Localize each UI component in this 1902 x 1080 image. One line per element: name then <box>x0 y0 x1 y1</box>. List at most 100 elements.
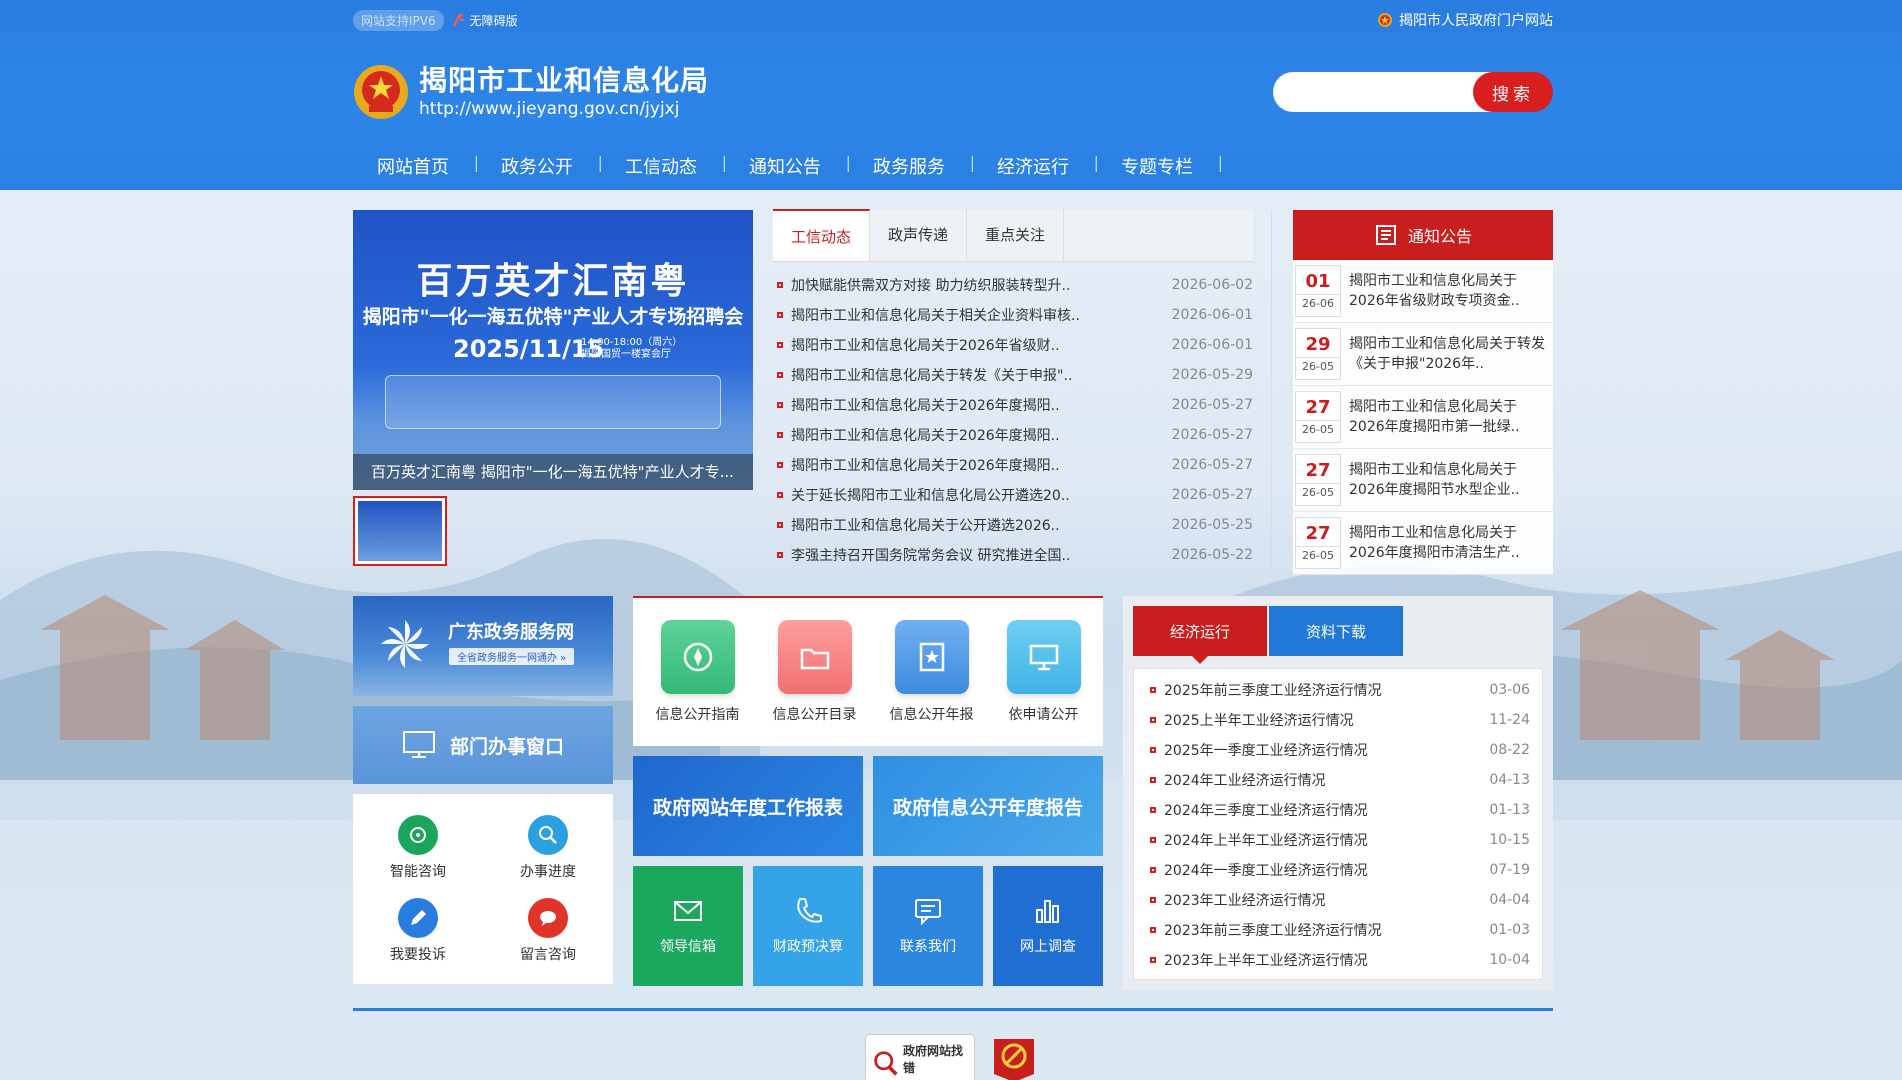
tab-economy[interactable]: 经济运行 <box>1133 606 1267 664</box>
quick-progress[interactable]: 办事进度 <box>483 806 613 889</box>
folder-icon <box>777 620 852 694</box>
website-annual-report-button[interactable]: 政府网站年度工作报表 <box>633 756 863 856</box>
news-date: 2026-06-02 <box>1171 277 1253 293</box>
notice-item[interactable]: 01 26-06 揭阳市工业和信息化局关于2026年省级财政专项资金.. <box>1293 260 1553 323</box>
notice-text: 揭阳市工业和信息化局关于转发《关于申报"2026年.. <box>1349 336 1545 372</box>
publicity-column: 信息公开指南 信息公开目录 信息公开年报 依申请公开 政府网站年度工作报表 政府… <box>633 596 1103 986</box>
economy-item[interactable]: 2024年工业经济运行情况 04-13 <box>1146 765 1530 795</box>
tab-policy-voice[interactable]: 政声传递 <box>870 209 968 261</box>
news-item[interactable]: 揭阳市工业和信息化局关于2026年省级财.. 2026-06-01 <box>773 330 1253 360</box>
news-date: 2026-05-27 <box>1171 427 1253 443</box>
economy-item[interactable]: 2024年三季度工业经济运行情况 01-13 <box>1146 795 1530 825</box>
gov-site-error-badge[interactable]: 政府网站找错 <box>865 1034 975 1080</box>
economy-title: 2024年上半年工业经济运行情况 <box>1164 833 1368 849</box>
department-window-label: 部门办事窗口 <box>449 735 564 758</box>
bullet-icon <box>1150 897 1156 903</box>
slide-thumbnail[interactable] <box>353 496 447 566</box>
tile-contact-us[interactable]: 联系我们 <box>873 866 983 986</box>
quick-smart-consult[interactable]: 智能咨询 <box>353 806 483 889</box>
bullet-icon <box>1150 747 1156 753</box>
quick-complaint[interactable]: 我要投诉 <box>353 889 483 972</box>
main-nav: 网站首页 政务公开 工信动态 通知公告 政务服务 经济运行 专题专栏 <box>353 148 1553 184</box>
search-input[interactable] <box>1273 72 1493 112</box>
tab-downloads[interactable]: 资料下载 <box>1269 606 1403 656</box>
news-title: 揭阳市工业和信息化局关于2026年度揭阳.. <box>791 398 1060 414</box>
search-button[interactable]: 搜索 <box>1473 72 1553 112</box>
economy-item[interactable]: 2025年一季度工业经济运行情况 08-22 <box>1146 735 1530 765</box>
economy-item[interactable]: 2025上半年工业经济运行情况 11-24 <box>1146 705 1530 735</box>
slide-title: 百万英才汇南粤 <box>416 260 690 302</box>
disclosure-catalog[interactable]: 信息公开目录 <box>773 620 857 724</box>
nav-special-topics[interactable]: 专题专栏 <box>1095 153 1223 179</box>
news-item[interactable]: 揭阳市工业和信息化局关于2026年度揭阳.. 2026-05-27 <box>773 390 1253 420</box>
disclosure-on-request[interactable]: 依申请公开 <box>1006 620 1081 724</box>
notice-item[interactable]: 27 26-05 揭阳市工业和信息化局关于2026年度揭阳市清洁生产.. <box>1293 512 1553 575</box>
news-item[interactable]: 揭阳市工业和信息化局关于转发《关于申报".. 2026-05-29 <box>773 360 1253 390</box>
news-item[interactable]: 揭阳市工业和信息化局关于相关企业资料审核.. 2026-06-01 <box>773 300 1253 330</box>
tab-industry-news[interactable]: 工信动态 <box>773 209 871 261</box>
disclosure-label: 信息公开年报 <box>889 707 974 723</box>
economy-item[interactable]: 2023年前三季度工业经济运行情况 01-03 <box>1146 915 1530 945</box>
service-column: 广东政务服务网 全省政务服务一网通办 » 部门办事窗口 智能咨询 办事进度 我要… <box>353 596 613 984</box>
news-item[interactable]: 揭阳市工业和信息化局关于公开遴选2026.. 2026-05-25 <box>773 510 1253 540</box>
department-window-button[interactable]: 部门办事窗口 <box>353 706 613 784</box>
nav-notices[interactable]: 通知公告 <box>723 153 851 179</box>
disclosure-annual-report[interactable]: 信息公开年报 <box>890 620 974 724</box>
notice-date-box: 01 26-06 <box>1295 265 1341 317</box>
economy-item[interactable]: 2024年一季度工业经济运行情况 07-19 <box>1146 855 1530 885</box>
economy-item[interactable]: 2024年上半年工业经济运行情况 10-15 <box>1146 825 1530 855</box>
economy-item[interactable]: 2025年前三季度工业经济运行情况 03-06 <box>1146 675 1530 705</box>
accessibility-link[interactable]: 无障碍版 <box>452 12 518 29</box>
news-item[interactable]: 关于延长揭阳市工业和信息化局公开遴选20.. 2026-05-27 <box>773 480 1253 510</box>
economy-date: 03-06 <box>1489 682 1530 698</box>
slide-subtitle: 揭阳市"一化一海五优特"产业人才专场招聘会 <box>362 306 744 328</box>
tile-budget[interactable]: 财政预决算 <box>753 866 863 986</box>
guangdong-service-banner[interactable]: 广东政务服务网 全省政务服务一网通办 » <box>353 596 613 696</box>
notice-day: 27 <box>1305 396 1331 418</box>
party-emblem-badge-icon[interactable] <box>989 1034 1039 1080</box>
economy-date: 01-13 <box>1489 802 1530 818</box>
magnifier-icon <box>528 814 568 855</box>
disclosure-guide[interactable]: 信息公开指南 <box>656 620 740 724</box>
nav-government-affairs[interactable]: 政务公开 <box>475 153 603 179</box>
news-item[interactable]: 加快赋能供需双方对接 助力纺织服装转型升.. 2026-06-02 <box>773 270 1253 300</box>
tile-leader-mailbox[interactable]: 领导信箱 <box>633 866 743 986</box>
thumbnail-image <box>358 501 442 561</box>
national-emblem-logo <box>354 65 408 119</box>
slide-caption[interactable]: 百万英才汇南粤 揭阳市"一化一海五优特"产业人才专... <box>353 454 753 490</box>
tab-key-focus[interactable]: 重点关注 <box>967 209 1065 261</box>
site-title: 揭阳市工业和信息化局 <box>419 64 710 97</box>
news-item[interactable]: 揭阳市工业和信息化局关于2026年度揭阳.. 2026-05-27 <box>773 420 1253 450</box>
notice-day: 01 <box>1305 270 1331 292</box>
quick-message[interactable]: 留言咨询 <box>483 889 613 972</box>
notice-item[interactable]: 27 26-05 揭阳市工业和信息化局关于2026年度揭阳市第一批绿.. <box>1293 386 1553 449</box>
news-date: 2026-05-25 <box>1171 517 1253 533</box>
nav-economy[interactable]: 经济运行 <box>971 153 1099 179</box>
news-item[interactable]: 揭阳市工业和信息化局关于2026年度揭阳.. 2026-05-27 <box>773 450 1253 480</box>
bullet-icon <box>1150 687 1156 693</box>
notice-year-month: 26-05 <box>1296 482 1340 502</box>
monitor-icon <box>402 731 435 758</box>
guangdong-service-title: 广东政务服务网 <box>448 622 574 643</box>
news-title: 加快赋能供需双方对接 助力纺织服装转型升.. <box>791 278 1071 294</box>
notice-item[interactable]: 29 26-05 揭阳市工业和信息化局关于转发《关于申报"2026年.. <box>1293 323 1553 386</box>
info-disclosure-annual-report-button[interactable]: 政府信息公开年度报告 <box>873 756 1103 856</box>
economy-item[interactable]: 2023年上半年工业经济运行情况 10-04 <box>1146 945 1530 975</box>
slide-time: 14:00-18:00（周六） 揭阳国贸一楼宴会厅 <box>581 337 682 361</box>
tile-label: 财政预决算 <box>773 939 843 955</box>
portal-link[interactable]: 揭阳市人民政府门户网站 <box>1377 10 1553 30</box>
news-item[interactable]: 李强主持召开国务院常务会议 研究推进全国.. 2026-05-22 <box>773 540 1253 570</box>
economy-item[interactable]: 2023年工业经济运行情况 04-04 <box>1146 885 1530 915</box>
tile-label: 网上调查 <box>1020 939 1076 955</box>
service-tiles: 领导信箱 财政预决算 联系我们 网上调查 <box>633 866 1103 986</box>
nav-home[interactable]: 网站首页 <box>353 153 479 179</box>
notice-item[interactable]: 27 26-05 揭阳市工业和信息化局关于2026年度揭阳节水型企业.. <box>1293 449 1553 512</box>
nav-industry-news[interactable]: 工信动态 <box>599 153 727 179</box>
nav-services[interactable]: 政务服务 <box>847 153 975 179</box>
economy-title: 2025上半年工业经济运行情况 <box>1164 713 1354 729</box>
tile-online-survey[interactable]: 网上调查 <box>993 866 1103 986</box>
news-date: 2026-06-01 <box>1171 307 1253 323</box>
notice-header[interactable]: 通知公告 <box>1293 210 1553 260</box>
slideshow[interactable]: 百万英才汇南粤 揭阳市"一化一海五优特"产业人才专场招聘会 2025/11/15… <box>353 210 753 490</box>
news-title: 关于延长揭阳市工业和信息化局公开遴选20.. <box>791 488 1070 504</box>
